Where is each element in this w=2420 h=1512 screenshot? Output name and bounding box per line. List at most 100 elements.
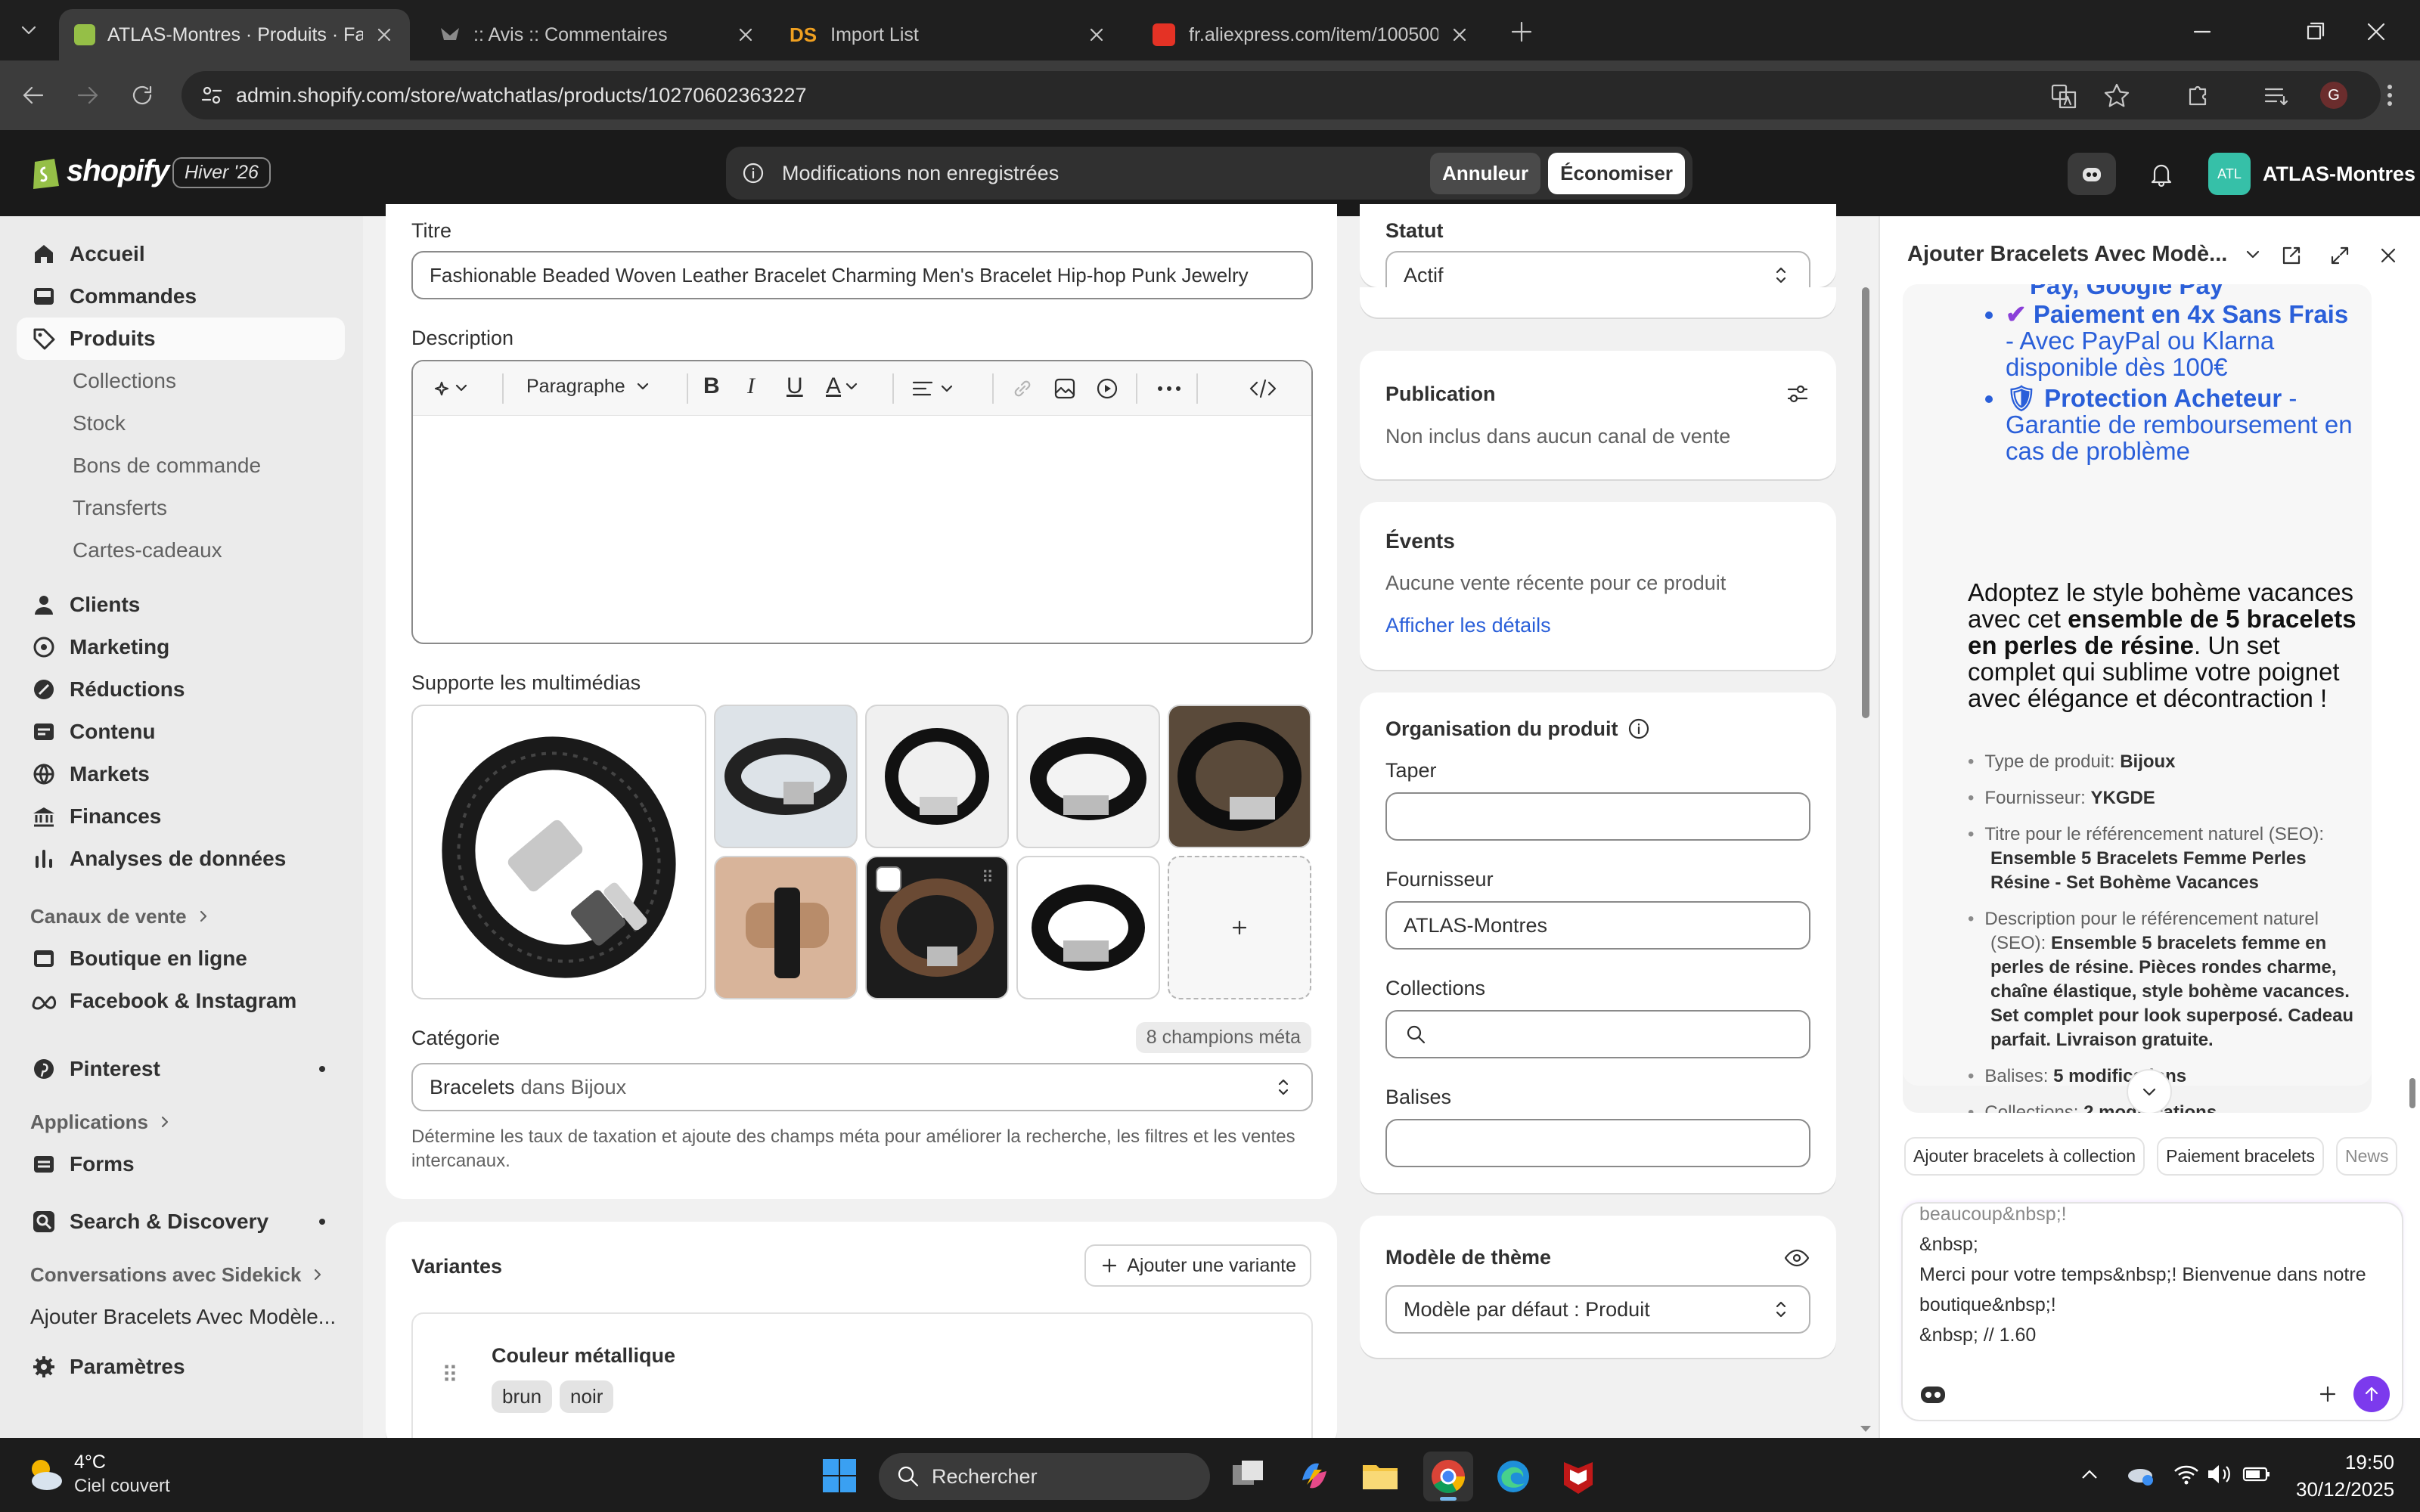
browser-tab-import-list[interactable]: DS Import List [774,9,1122,60]
close-icon[interactable] [2376,243,2400,268]
sidekick-toggle-button[interactable] [2068,153,2116,195]
window-close-icon[interactable] [2363,18,2390,45]
sales-channels-header[interactable]: Canaux de vente [17,895,345,937]
more-icon[interactable] [1154,375,1184,402]
volume-icon[interactable] [2205,1461,2234,1488]
drag-handle-icon[interactable]: ⠿ [982,868,994,888]
add-variant-button[interactable]: Ajouter une variante [1084,1244,1311,1287]
bell-icon[interactable] [2148,160,2175,187]
send-button[interactable] [2353,1376,2390,1412]
reload-icon[interactable] [127,80,157,110]
reading-list-icon[interactable] [2261,80,2291,110]
close-icon[interactable] [1086,24,1107,45]
title-input[interactable]: Fashionable Beaded Woven Leather Bracele… [411,251,1313,299]
chevron-up-icon[interactable] [2077,1462,2102,1488]
scroll-down-arrow-icon[interactable] [1857,1423,1874,1435]
close-icon[interactable] [735,24,756,45]
sidebar-subitem-cartes-cadeaux[interactable]: Cartes-cadeaux [17,529,345,572]
menu-dots-icon[interactable] [2375,80,2405,110]
eye-icon[interactable] [1783,1244,1810,1272]
sidebar-item-clients[interactable]: Clients [17,584,345,626]
apps-header[interactable]: Applications [17,1101,345,1143]
mcafee-icon[interactable] [1561,1458,1596,1495]
plus-icon[interactable] [2316,1382,2340,1406]
media-thumbnail[interactable] [865,705,1009,848]
sidebar-subitem-stock[interactable]: Stock [17,402,345,445]
description-editor[interactable]: Paragraphe B I U A [411,360,1313,644]
new-chat-icon[interactable] [2279,243,2304,268]
sidebar-item-produits[interactable]: Produits [17,318,345,360]
sidebar-item-facebook-instagram[interactable]: Facebook & Instagram [17,980,345,1022]
sidebar-item-forms[interactable]: Forms [17,1143,345,1185]
restore-icon[interactable] [2302,18,2329,45]
sidebar-item-parametres[interactable]: Paramètres [17,1346,345,1388]
battery-icon[interactable] [2242,1461,2272,1488]
media-main-image[interactable] [411,705,706,999]
sidebar-item-accueil[interactable]: Accueil [17,233,345,275]
main-scrollbar[interactable] [1862,287,1869,718]
media-thumbnail[interactable] [1016,705,1160,848]
file-explorer-icon[interactable] [1361,1459,1399,1492]
events-details-link[interactable]: Afficher les détails [1385,614,1551,637]
back-icon[interactable] [18,80,48,110]
close-icon[interactable] [1449,24,1470,45]
media-thumbnail[interactable] [714,705,858,848]
code-icon[interactable] [1248,375,1278,402]
clock[interactable]: 19:50 30/12/2025 [2296,1448,2394,1503]
media-thumbnail[interactable] [714,856,858,999]
tags-input[interactable] [1385,1119,1810,1167]
sidebar-item-pinterest[interactable]: Pinterest [17,1048,345,1090]
tab-search-button[interactable] [12,15,45,45]
edge-icon[interactable] [1494,1458,1532,1495]
discard-button[interactable]: Annuleur [1430,152,1541,194]
edition-badge[interactable]: Hiver '26 [172,157,271,188]
extensions-icon[interactable] [2183,80,2213,110]
copilot-icon[interactable] [1296,1458,1333,1494]
sidebar-item-search-discovery[interactable]: Search & Discovery [17,1201,345,1243]
media-thumbnail[interactable]: ⠿ [865,856,1009,999]
category-select[interactable]: Bracelets dans Bijoux [411,1063,1313,1111]
sidebar-item-markets[interactable]: Markets [17,753,345,795]
task-view-icon[interactable] [1230,1459,1266,1492]
browser-tab-avis[interactable]: :: Avis :: Commentaires [424,9,771,60]
add-media-button[interactable] [1168,856,1311,999]
vendor-input[interactable]: ATLAS-Montres [1385,901,1810,950]
browser-tab-shopify[interactable]: ATLAS-Montres · Produits · Fash [59,9,410,60]
variant-option-row[interactable]: ⠿ Couleur métallique brun noir [411,1312,1313,1456]
sidebar-subitem-bons-de-commande[interactable]: Bons de commande [17,445,345,487]
sidebar-item-reductions[interactable]: Réductions [17,668,345,711]
profile-avatar[interactable]: G [2320,82,2347,109]
collections-search-input[interactable] [1385,1010,1810,1058]
sidebar-item-commandes[interactable]: Commandes [17,275,345,318]
info-icon[interactable] [1627,717,1651,741]
taskbar-search[interactable]: Rechercher [879,1453,1210,1500]
browser-tab-aliexpress[interactable]: fr.aliexpress.com/item/1005007 [1137,9,1485,60]
wifi-icon[interactable] [2172,1461,2201,1488]
metafields-badge[interactable]: 8 champions méta [1135,1022,1311,1053]
sidebar-item-boutique-en-ligne[interactable]: Boutique en ligne [17,937,345,980]
sidebar-item-contenu[interactable]: Contenu [17,711,345,753]
close-icon[interactable] [374,24,395,45]
video-icon[interactable] [1094,375,1121,402]
sidekick-composer[interactable]: beaucoup&nbsp;! &nbsp; Merci pour votre … [1901,1202,2403,1421]
forward-icon[interactable] [73,80,103,110]
save-button[interactable]: Économiser [1548,152,1685,194]
text-color-select[interactable]: A [826,373,862,399]
theme-template-select[interactable]: Modèle par défaut : Produit [1385,1285,1810,1334]
weather-widget[interactable]: 4°C Ciel couvert [23,1450,170,1498]
expand-icon[interactable] [2328,243,2352,268]
onedrive-icon[interactable] [2125,1461,2155,1488]
media-thumbnail[interactable] [1016,856,1160,999]
media-select-checkbox[interactable] [876,866,901,892]
paragraph-select[interactable]: Paragraphe [526,375,654,398]
bold-icon[interactable]: B [703,373,720,399]
italic-icon[interactable]: I [747,373,755,399]
image-icon[interactable] [1051,375,1078,402]
bookmark-star-icon[interactable] [2102,82,2131,110]
address-bar[interactable]: admin.shopify.com/store/watchatlas/produ… [182,71,2381,119]
store-menu[interactable]: ATL ATLAS-Montres [2208,153,2415,195]
new-tab-icon[interactable] [1508,18,1535,45]
scroll-down-button[interactable] [2127,1069,2172,1113]
suggestion-chip[interactable]: Ajouter bracelets à collection [1904,1137,2145,1176]
filter-settings-icon[interactable] [1785,381,1810,407]
